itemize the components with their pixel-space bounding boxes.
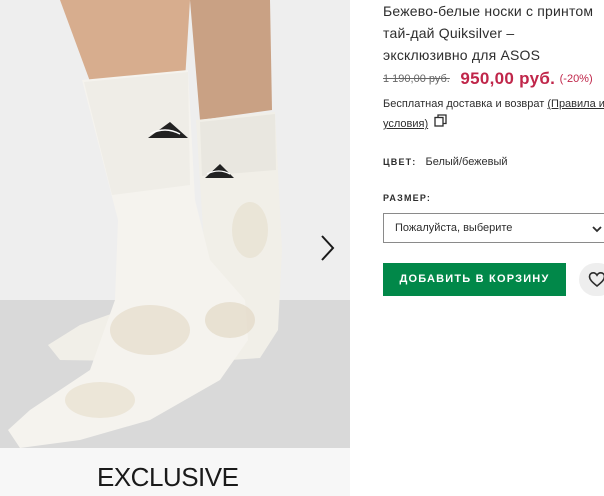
chevron-right-icon bbox=[321, 235, 335, 261]
delivery-text: Бесплатная доставка и возврат bbox=[383, 98, 545, 110]
add-to-bag-button[interactable]: ДОБАВИТЬ В КОРЗИНУ bbox=[383, 263, 566, 296]
color-row: ЦВЕТ: Белый/бежевый bbox=[383, 156, 508, 168]
copy-icon[interactable] bbox=[434, 114, 447, 134]
heart-icon bbox=[588, 271, 604, 288]
product-photo bbox=[0, 0, 350, 496]
discount-badge: (-20%) bbox=[559, 73, 593, 85]
current-price: 950,00 руб. bbox=[460, 69, 556, 88]
color-label: ЦВЕТ: bbox=[383, 157, 417, 167]
delivery-info: Бесплатная доставка и возврат (Правила и… bbox=[383, 95, 604, 134]
size-label: РАЗМЕР: bbox=[383, 193, 432, 203]
terms-link[interactable]: (Правила и bbox=[547, 98, 604, 110]
product-title-line: тай-дай Quiksilver – bbox=[383, 25, 515, 41]
exclusive-label: EXCLUSIVE bbox=[97, 462, 239, 492]
color-value: Белый/бежевый bbox=[425, 156, 508, 168]
price-row: 1 190,00 руб. 950,00 руб. (-20%) bbox=[383, 69, 593, 89]
terms-link-continued[interactable]: условия) bbox=[383, 118, 428, 130]
product-title-line: эксклюзивно для ASOS bbox=[383, 47, 541, 63]
product-image-gallery[interactable]: EXCLUSIVE bbox=[0, 0, 350, 496]
size-select[interactable]: Пожалуйста, выберите bbox=[383, 213, 604, 243]
old-price: 1 190,00 руб. bbox=[383, 73, 450, 85]
chevron-down-icon bbox=[592, 226, 602, 233]
size-select-value: Пожалуйста, выберите bbox=[395, 222, 513, 234]
gallery-next-button[interactable] bbox=[312, 230, 342, 266]
product-title: Бежево-белые носки с принтом тай-дай Qui… bbox=[383, 0, 604, 66]
save-for-later-button[interactable] bbox=[579, 263, 604, 296]
product-title-line: Бежево-белые носки с принтом bbox=[383, 3, 594, 19]
